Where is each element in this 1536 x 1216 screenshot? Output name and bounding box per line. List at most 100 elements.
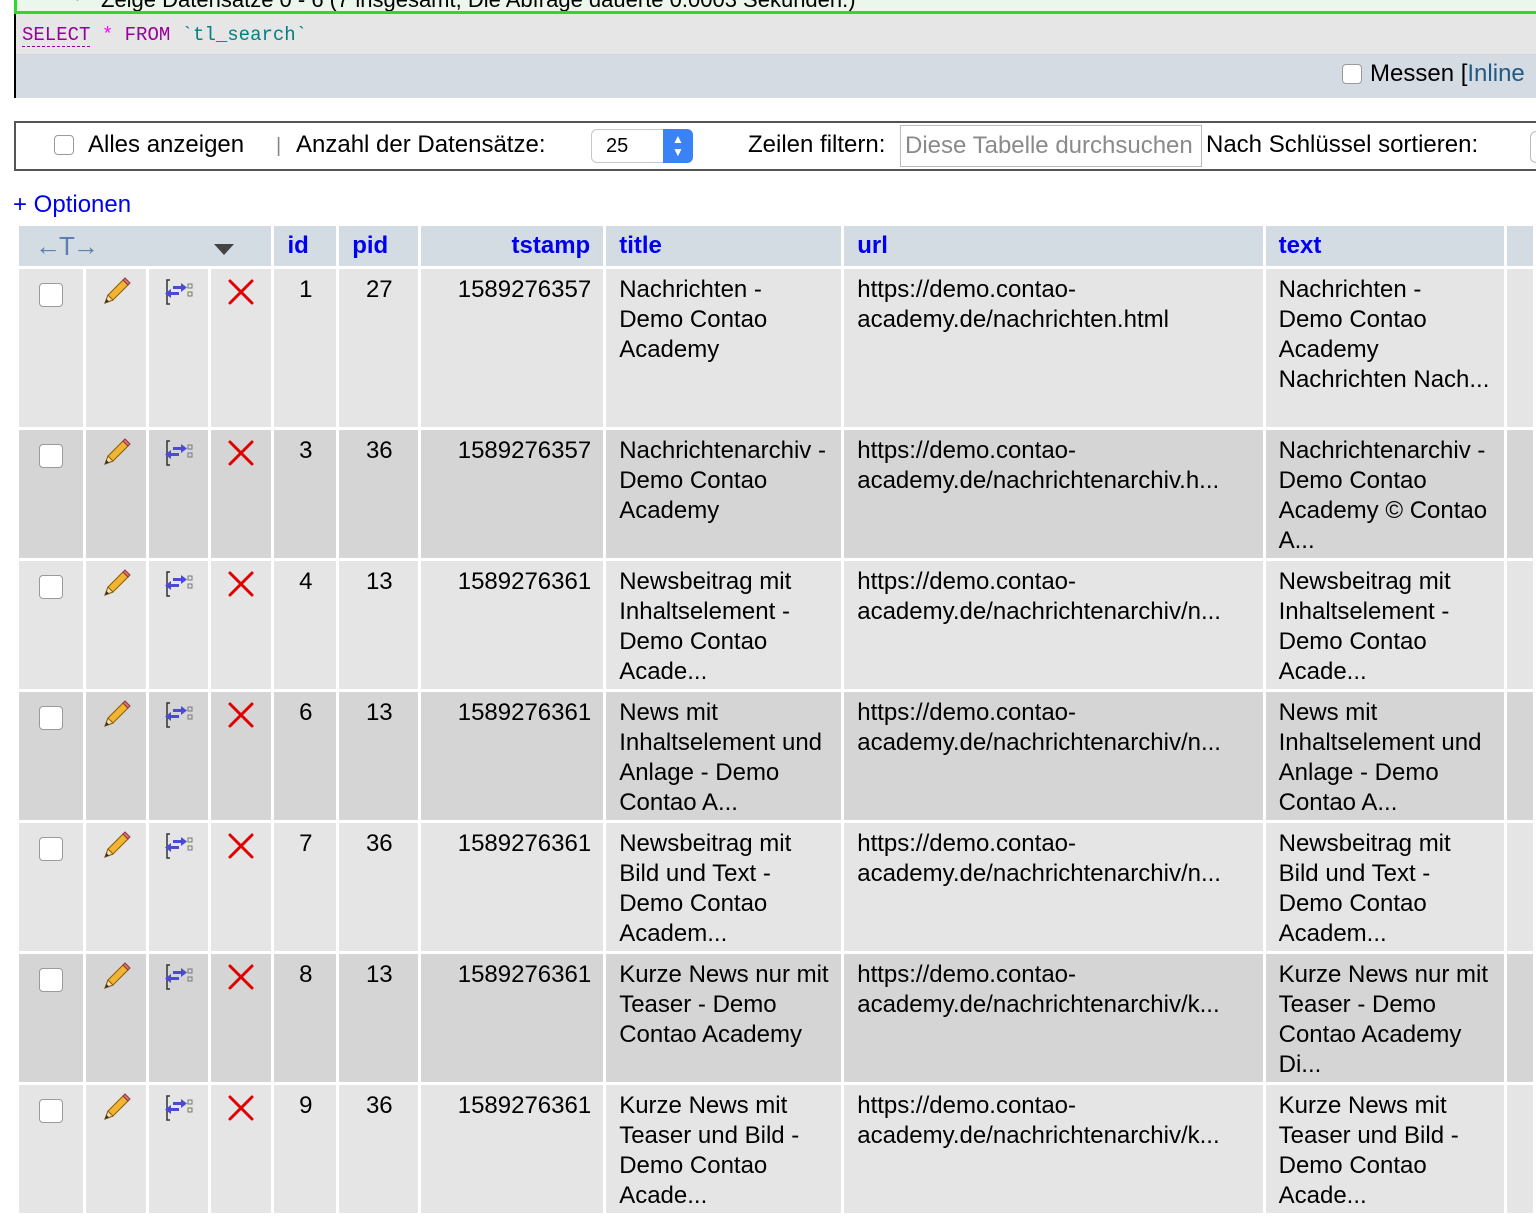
copy-row-icon[interactable] <box>162 829 196 863</box>
cell-overflow <box>1506 823 1533 951</box>
delete-x-icon[interactable] <box>224 1091 258 1125</box>
filter-rows-input[interactable] <box>900 125 1202 167</box>
col-header-title-label: title <box>619 232 662 259</box>
cell-id: 1 <box>274 269 337 427</box>
col-header-id[interactable]: id <box>274 226 337 266</box>
pencil-icon[interactable] <box>99 829 133 863</box>
row-count-label: Anzahl der Datensätze: <box>296 131 546 158</box>
pencil-icon[interactable] <box>99 1091 133 1125</box>
options-link[interactable]: + Optionen <box>13 191 131 219</box>
delete-x-icon[interactable] <box>224 275 258 309</box>
pencil-icon[interactable] <box>99 275 133 309</box>
col-header-tstamp[interactable]: tstamp <box>421 226 604 266</box>
col-header-url-label: url <box>857 232 888 259</box>
cell-pid: 27 <box>339 269 419 427</box>
copy-cell <box>149 823 208 951</box>
row-checkbox[interactable] <box>39 1099 63 1123</box>
row-checkbox[interactable] <box>39 444 63 468</box>
sort-by-key-select[interactable] <box>1530 131 1536 163</box>
show-all-checkbox[interactable] <box>54 135 74 155</box>
edit-cell <box>85 954 147 1082</box>
col-header-overflow <box>1506 226 1533 266</box>
cell-text: Kurze News nur mit Teaser - Demo Contao … <box>1265 954 1504 1082</box>
cell-overflow <box>1506 430 1533 558</box>
copy-cell <box>149 1085 208 1213</box>
delete-x-icon[interactable] <box>224 829 258 863</box>
copy-row-icon[interactable] <box>162 960 196 994</box>
query-tools-bar <box>16 54 1536 98</box>
copy-row-icon[interactable] <box>162 567 196 601</box>
cell-title: Newsbeitrag mit Bild und Text - Demo Con… <box>606 823 842 951</box>
cell-id: 4 <box>274 561 337 689</box>
cell-url: https://demo.contao-academy.de/nachricht… <box>844 823 1263 951</box>
row-select-cell <box>19 561 83 689</box>
pencil-icon[interactable] <box>99 960 133 994</box>
row-count-select[interactable]: 25 ▲ ▼ <box>591 129 693 163</box>
copy-row-icon[interactable] <box>162 1091 196 1125</box>
cell-overflow <box>1506 954 1533 1082</box>
edit-cell <box>85 561 147 689</box>
cell-pid: 36 <box>339 823 419 951</box>
cell-tstamp: 1589276361 <box>421 692 604 820</box>
delete-cell <box>210 954 272 1082</box>
pencil-icon[interactable] <box>99 698 133 732</box>
pencil-icon[interactable] <box>99 436 133 470</box>
row-checkbox[interactable] <box>39 968 63 992</box>
delete-x-icon[interactable] <box>224 698 258 732</box>
cell-text: Kurze News mit Teaser und Bild - Demo Co… <box>1265 1085 1504 1213</box>
table-row: 7 36 1589276361 Newsbeitrag mit Bild und… <box>19 823 1533 951</box>
filter-rows-label: Zeilen filtern: <box>748 131 886 158</box>
delete-x-icon[interactable] <box>224 436 258 470</box>
column-move-arrows-icon[interactable]: ←T→ <box>35 231 99 261</box>
col-header-pid[interactable]: pid <box>339 226 419 266</box>
row-checkbox[interactable] <box>39 575 63 599</box>
delete-cell <box>210 692 272 820</box>
row-checkbox[interactable] <box>39 283 63 307</box>
cell-text: Newsbeitrag mit Bild und Text - Demo Con… <box>1265 823 1504 951</box>
inline-edit-link[interactable]: Inline <box>1467 60 1524 88</box>
delete-x-icon[interactable] <box>224 567 258 601</box>
cell-overflow <box>1506 269 1533 427</box>
pencil-icon[interactable] <box>99 567 133 601</box>
copy-cell <box>149 430 208 558</box>
delete-cell <box>210 430 272 558</box>
cell-pid: 13 <box>339 561 419 689</box>
row-checkbox[interactable] <box>39 837 63 861</box>
col-header-text[interactable]: text <box>1265 226 1504 266</box>
copy-cell <box>149 954 208 1082</box>
column-controls-header: ←T→ <box>19 226 272 266</box>
cell-text: Nachrichtenarchiv - Demo Contao Academy … <box>1265 430 1504 558</box>
row-select-cell <box>19 954 83 1082</box>
sort-by-key-label: Nach Schlüssel sortieren: <box>1206 131 1479 158</box>
cell-pid: 13 <box>339 954 419 1082</box>
cell-overflow <box>1506 561 1533 689</box>
cell-pid: 36 <box>339 430 419 558</box>
delete-cell <box>210 561 272 689</box>
cell-pid: 13 <box>339 692 419 820</box>
sql-select-keyword[interactable]: SELECT <box>22 24 91 47</box>
copy-row-icon[interactable] <box>162 275 196 309</box>
col-header-pid-label: pid <box>352 232 389 259</box>
cell-tstamp: 1589276361 <box>421 954 604 1082</box>
copy-row-icon[interactable] <box>162 698 196 732</box>
col-header-url[interactable]: url <box>844 226 1263 266</box>
cell-overflow <box>1506 692 1533 820</box>
row-checkbox[interactable] <box>39 706 63 730</box>
delete-x-icon[interactable] <box>224 960 258 994</box>
copy-row-icon[interactable] <box>162 436 196 470</box>
cell-url: https://demo.contao-academy.de/nachricht… <box>844 692 1263 820</box>
delete-cell <box>210 269 272 427</box>
sort-triangle-icon[interactable] <box>213 243 234 255</box>
table-row: 8 13 1589276361 Kurze News nur mit Tease… <box>19 954 1533 1082</box>
row-select-cell <box>19 430 83 558</box>
col-header-title[interactable]: title <box>606 226 842 266</box>
cell-url: https://demo.contao-academy.de/nachricht… <box>844 1085 1263 1213</box>
measure-checkbox[interactable] <box>1342 64 1362 84</box>
edit-cell <box>85 823 147 951</box>
success-check-icon: ✔ <box>73 0 91 5</box>
cell-id: 3 <box>274 430 337 558</box>
bracket: [ <box>1460 60 1468 87</box>
sql-table-name: `tl_search` <box>181 24 308 46</box>
cell-title: Kurze News nur mit Teaser - Demo Contao … <box>606 954 842 1082</box>
edit-cell <box>85 1085 147 1213</box>
